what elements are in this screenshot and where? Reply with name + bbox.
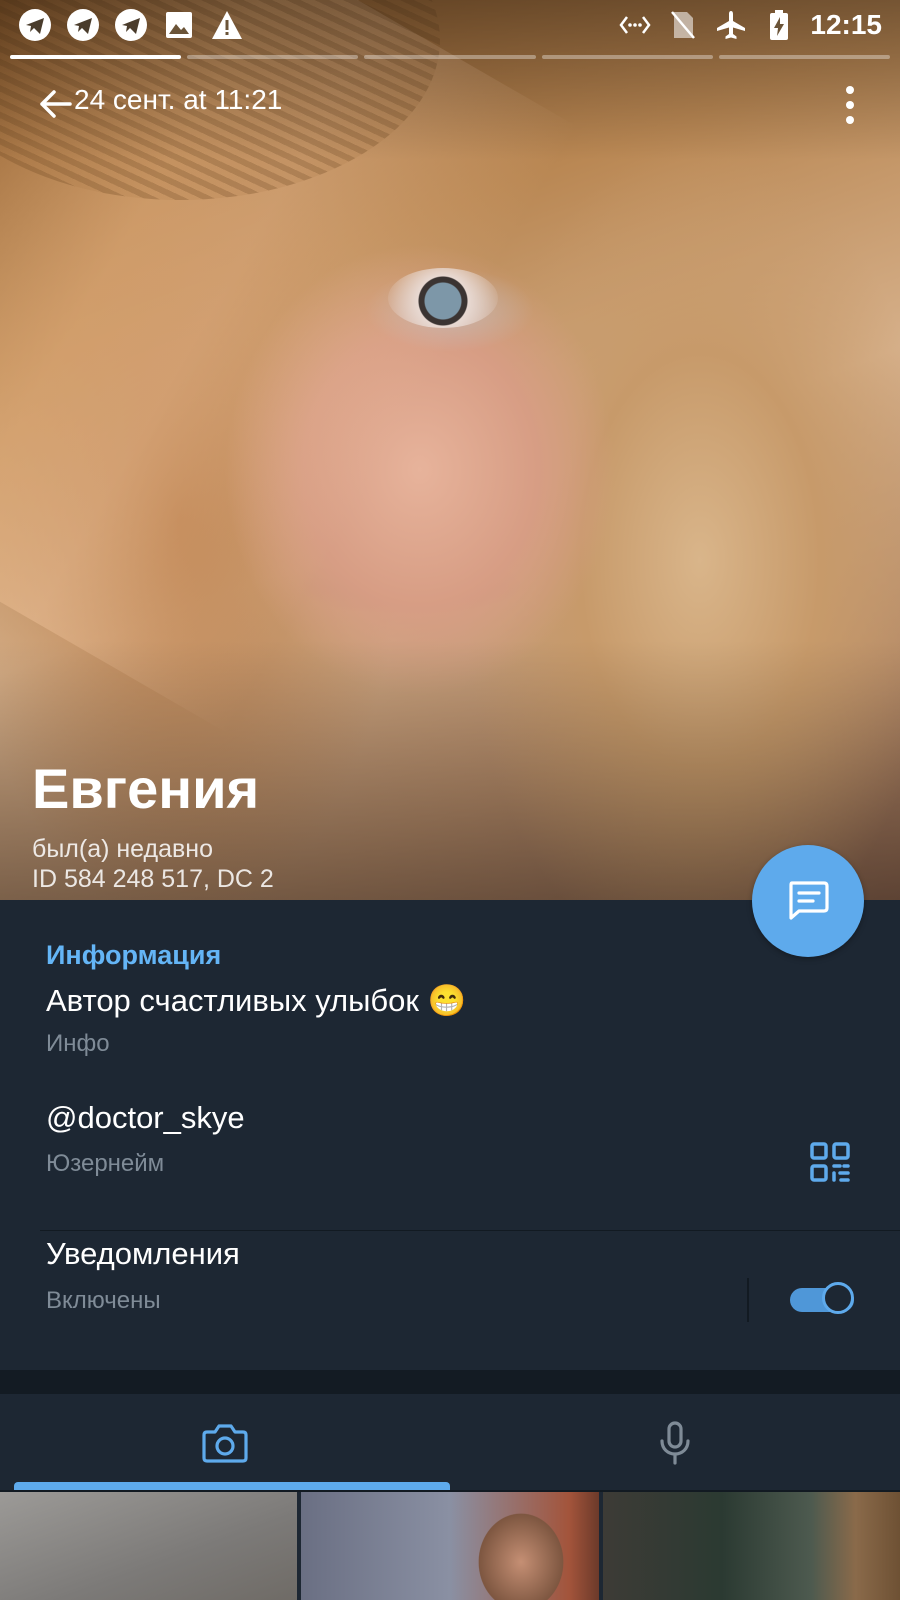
message-icon	[789, 881, 829, 920]
section-gap	[0, 1370, 900, 1394]
story-segment	[541, 55, 713, 59]
vertical-separator	[747, 1278, 749, 1322]
media-tabs	[0, 1394, 900, 1492]
no-sim-icon	[666, 8, 700, 42]
story-progress	[10, 55, 891, 59]
tab-indicator	[14, 1482, 450, 1490]
battery-charging-icon	[762, 8, 796, 42]
tab-photos[interactable]	[0, 1394, 450, 1492]
top-toolbar: 24 сент. at 11:21	[0, 78, 900, 126]
message-button[interactable]	[752, 845, 864, 957]
more-options-icon[interactable]	[844, 86, 856, 124]
story-segment	[718, 55, 891, 59]
airplane-mode-icon	[714, 8, 748, 42]
username-label: Юзернейм	[46, 1150, 165, 1177]
system-icons: 12:15	[618, 8, 882, 42]
media-grid	[0, 1492, 900, 1600]
story-segment	[364, 55, 536, 59]
status-bar: 12:15	[0, 0, 900, 48]
notifications-text[interactable]: Уведомления	[46, 1236, 240, 1272]
notification-icons	[18, 8, 244, 42]
warning-icon	[210, 8, 244, 42]
story-segment	[187, 55, 359, 59]
qr-code-icon[interactable]	[810, 1142, 850, 1182]
media-thumbnail[interactable]	[602, 1492, 900, 1600]
bio-text[interactable]: Автор счастливых улыбок 😁	[46, 982, 466, 1019]
telegram-icon	[18, 8, 52, 42]
section-title: Информация	[46, 940, 222, 970]
clock: 12:15	[810, 9, 882, 40]
profile-status: был(а) недавно ID 584 248 517, DC 2	[32, 834, 274, 894]
camera-icon	[202, 1424, 248, 1463]
divider	[40, 1230, 900, 1231]
username-text[interactable]: @doctor_skye	[46, 1100, 245, 1136]
photo-date: 24 сент. at 11:21	[74, 84, 283, 115]
profile-name: Евгения	[32, 757, 260, 820]
info-panel: Информация Автор счастливых улыбок 😁 Инф…	[0, 900, 900, 1370]
photo-eye	[388, 268, 498, 328]
telegram-icon	[66, 8, 100, 42]
bio-label: Инфо	[46, 1030, 110, 1057]
tab-voice[interactable]	[450, 1394, 900, 1492]
toggle-knob	[822, 1282, 854, 1314]
media-thumbnail[interactable]	[0, 1492, 298, 1600]
data-saver-icon	[618, 8, 652, 42]
image-icon	[162, 8, 196, 42]
notifications-toggle[interactable]	[790, 1282, 858, 1318]
notifications-state: Включены	[46, 1287, 161, 1314]
media-thumbnail[interactable]	[301, 1492, 599, 1600]
story-segment	[10, 55, 182, 59]
user-id-text: ID 584 248 517, DC 2	[32, 865, 274, 893]
telegram-icon	[114, 8, 148, 42]
microphone-icon	[660, 1421, 690, 1465]
back-arrow-icon[interactable]	[36, 84, 76, 124]
last-seen-text: был(а) недавно	[32, 835, 214, 863]
